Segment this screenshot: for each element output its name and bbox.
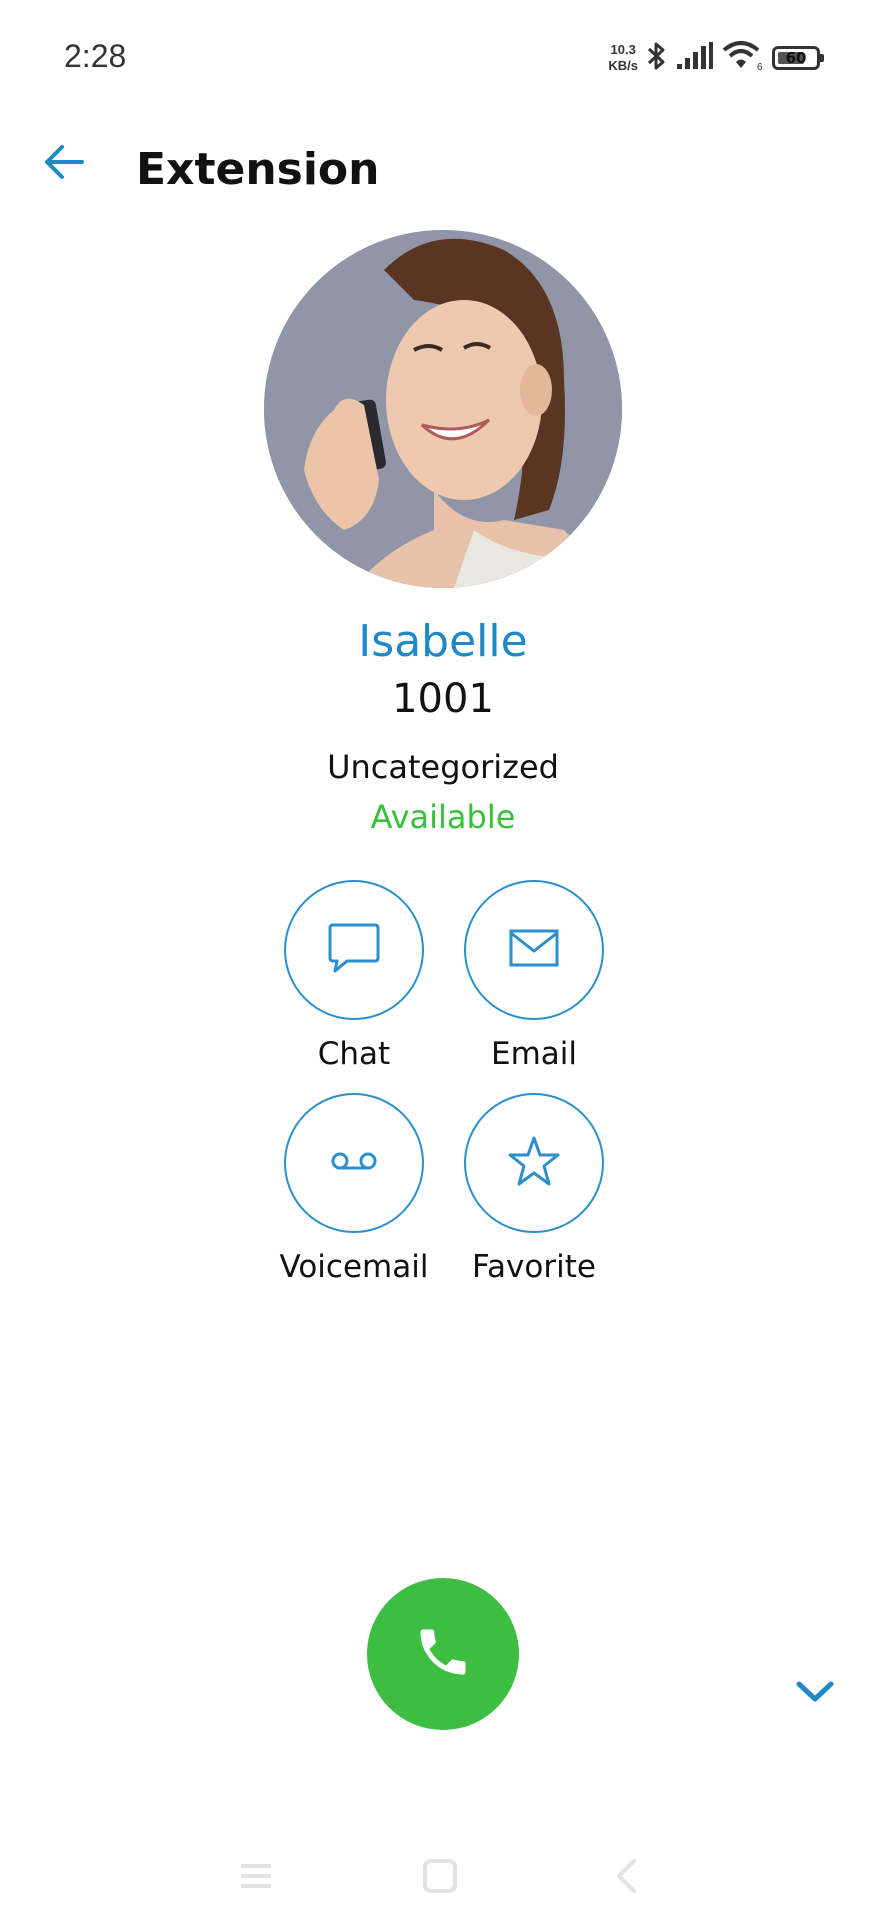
network-speed-value: 10.3 — [610, 42, 636, 57]
contact-avatar — [264, 230, 622, 588]
recents-button[interactable] — [234, 1856, 278, 1900]
phone-icon — [413, 1622, 473, 1686]
app-header: Extension — [0, 130, 886, 210]
call-button[interactable] — [367, 1578, 519, 1730]
voicemail-action[interactable]: Voicemail — [264, 1093, 444, 1285]
square-icon — [422, 1858, 458, 1898]
favorite-action[interactable]: Favorite — [444, 1093, 624, 1285]
chat-button[interactable] — [284, 880, 424, 1020]
star-icon — [507, 1135, 561, 1191]
back-nav-button[interactable] — [604, 1856, 648, 1900]
status-bar: 2:28 10.3 KB/s 6 60 — [0, 0, 886, 120]
home-button[interactable] — [418, 1856, 462, 1900]
chat-label: Chat — [317, 1036, 391, 1072]
arrow-left-icon — [42, 142, 86, 186]
email-button[interactable] — [464, 880, 604, 1020]
email-label: Email — [490, 1036, 577, 1072]
contact-name: Isabelle — [358, 616, 528, 667]
envelope-icon — [509, 929, 559, 971]
status-icons: 10.3 KB/s 6 60 — [608, 40, 824, 76]
voicemail-icon — [330, 1150, 378, 1176]
favorite-label: Favorite — [472, 1249, 596, 1285]
battery-icon: 60 — [772, 46, 824, 70]
svg-text:6: 6 — [757, 62, 763, 72]
network-speed: 10.3 KB/s — [608, 42, 638, 74]
chevron-down-icon — [796, 1680, 834, 1708]
expand-button[interactable] — [792, 1676, 838, 1712]
presence-status: Available — [370, 798, 516, 836]
chevron-left-icon — [614, 1858, 638, 1898]
system-nav-bar — [0, 1840, 886, 1920]
bluetooth-icon — [646, 40, 668, 76]
voicemail-button[interactable] — [284, 1093, 424, 1233]
menu-icon — [239, 1861, 273, 1895]
contact-category: Uncategorized — [327, 748, 559, 786]
signal-icon — [676, 42, 714, 74]
chat-bubble-icon — [327, 922, 381, 978]
network-speed-unit: KB/s — [608, 58, 638, 73]
voicemail-label: Voicemail — [279, 1249, 429, 1285]
chat-action[interactable]: Chat — [264, 880, 444, 1072]
wifi-icon: 6 — [722, 40, 764, 76]
back-button[interactable] — [40, 140, 88, 188]
email-action[interactable]: Email — [444, 880, 624, 1072]
contact-extension: 1001 — [392, 676, 494, 722]
status-time: 2:28 — [64, 38, 127, 74]
favorite-button[interactable] — [464, 1093, 604, 1233]
page-title: Extension — [136, 144, 380, 195]
